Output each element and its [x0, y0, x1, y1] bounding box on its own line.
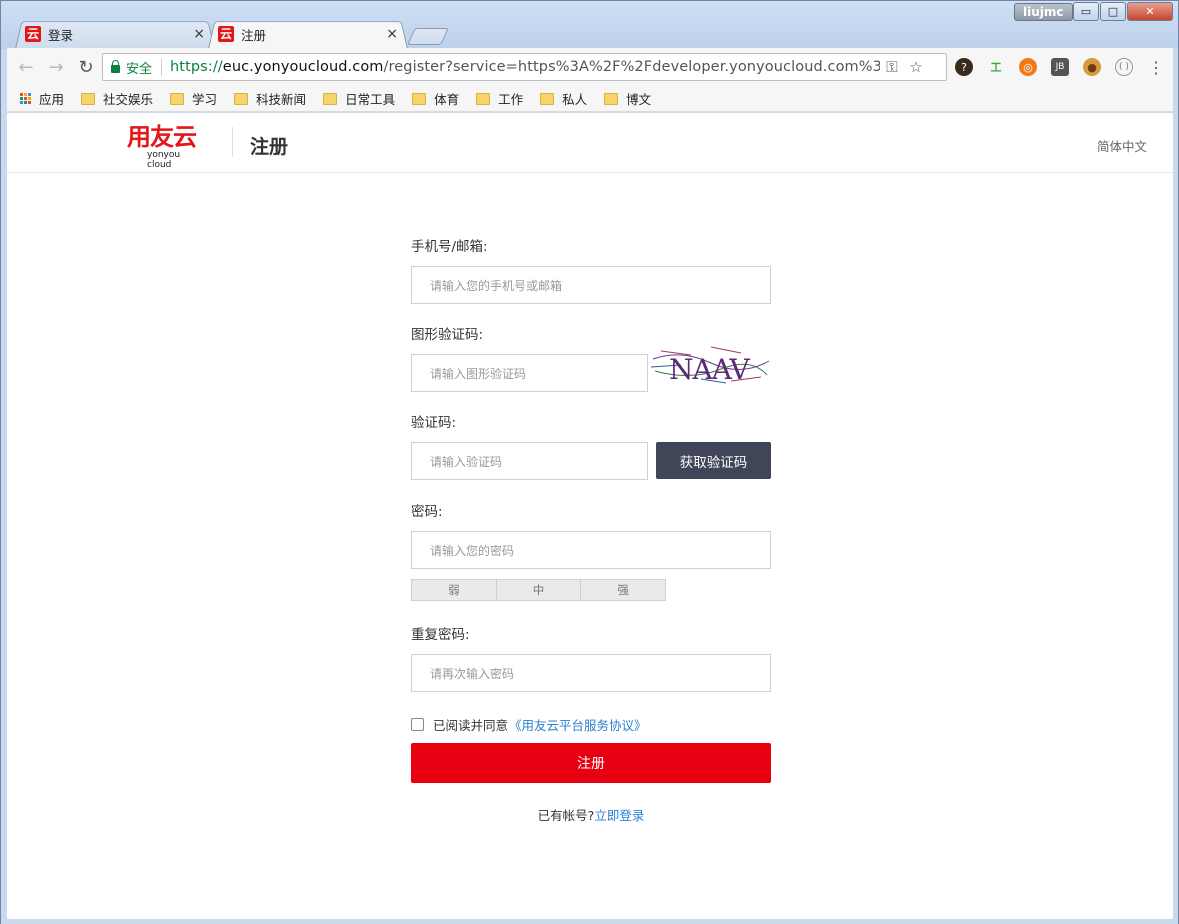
password-label: 密码: — [411, 504, 443, 520]
browser-window: 云 登录 × 云 注册 × liujmc ▭ □ ✕ ← → ↻ 安全 http… — [0, 0, 1179, 924]
strength-weak: 弱 — [412, 580, 497, 600]
site-header: 用友云 yonyou cloud 注册 简体中文 — [7, 113, 1173, 173]
bookmark-apps[interactable]: 应用 — [39, 89, 64, 108]
lock-icon — [111, 60, 120, 73]
get-code-button[interactable]: 获取验证码 — [656, 442, 771, 479]
yonyou-favicon-icon: 云 — [25, 26, 41, 42]
password-input[interactable]: 请输入您的密码 — [411, 531, 771, 569]
extension-cookie-icon[interactable]: ● — [1083, 58, 1101, 76]
phone-email-input[interactable]: 请输入您的手机号或邮箱 — [411, 266, 771, 304]
bookmark-folder[interactable]: 体育 — [412, 89, 459, 108]
agree-text: 已阅读并同意 — [433, 718, 509, 733]
address-bar[interactable]: 安全 https://euc.yonyoucloud.com/register?… — [102, 53, 947, 81]
tab-register[interactable]: 云 注册 × — [208, 19, 408, 49]
window-bottom-border — [1, 919, 1178, 924]
folder-icon — [412, 92, 427, 105]
folder-icon — [604, 92, 619, 105]
tab-title: 注册 — [241, 27, 267, 43]
bookmark-folder[interactable]: 学习 — [170, 89, 217, 108]
repeat-password-input[interactable]: 请再次输入密码 — [411, 654, 771, 692]
have-account-text: 已有帐号? — [537, 808, 595, 823]
reload-button[interactable]: ↻ — [71, 57, 101, 78]
extension-orange-icon[interactable]: ◎ — [1019, 58, 1037, 76]
login-prompt: 已有帐号?立即登录 — [411, 805, 771, 824]
new-tab-button[interactable] — [407, 28, 449, 45]
password-strength-meter: 弱 中 强 — [411, 579, 666, 601]
captcha-text: NAAV — [669, 353, 751, 386]
back-button[interactable]: ← — [11, 57, 41, 78]
folder-icon — [540, 92, 555, 105]
code-label: 验证码: — [411, 415, 457, 431]
profile-badge[interactable]: liujmc — [1014, 3, 1073, 21]
tab-close-icon[interactable]: × — [193, 26, 205, 42]
minimize-button[interactable]: ▭ — [1073, 2, 1099, 21]
key-icon[interactable]: ⚿ — [880, 58, 904, 76]
strength-strong: 强 — [617, 583, 629, 597]
header-divider — [232, 127, 233, 157]
secure-label: 安全 — [126, 61, 153, 77]
tab-title: 登录 — [48, 27, 74, 43]
bookmarks-bar: 应用 社交娱乐 学习 科技新闻 日常工具 体育 工作 私人 博文 — [7, 86, 1173, 112]
language-selector[interactable]: 简体中文 — [1097, 136, 1147, 155]
login-link[interactable]: 立即登录 — [594, 808, 644, 823]
register-button[interactable]: 注册 — [411, 743, 771, 783]
bookmark-star-icon[interactable]: ☆ — [904, 58, 928, 76]
browser-toolbar: ← → ↻ 安全 https://euc.yonyoucloud.com/reg… — [7, 48, 1173, 86]
apps-grid-icon — [20, 93, 31, 104]
title-bar: 云 登录 × 云 注册 × liujmc ▭ □ ✕ — [1, 1, 1178, 49]
tab-close-icon[interactable]: × — [386, 26, 398, 42]
bookmark-folder[interactable]: 工作 — [476, 89, 523, 108]
forward-button[interactable]: → — [41, 57, 71, 78]
tab-login[interactable]: 云 登录 × — [15, 19, 215, 49]
browser-menu-icon[interactable]: ⋮ — [1147, 58, 1165, 77]
folder-icon — [170, 92, 185, 105]
folder-icon — [476, 92, 491, 105]
bookmark-folder[interactable]: 科技新闻 — [234, 89, 306, 108]
phone-label: 手机号/邮箱: — [411, 239, 488, 255]
page-content: 用友云 yonyou cloud 注册 简体中文 手机号/邮箱: 请输入您的手机… — [7, 113, 1173, 919]
bookmark-folder[interactable]: 社交娱乐 — [81, 89, 153, 108]
bookmark-folder[interactable]: 私人 — [540, 89, 587, 108]
captcha-input[interactable]: 请输入图形验证码 — [411, 354, 648, 392]
agreement-row: 已阅读并同意 《用友云平台服务协议》 — [411, 715, 647, 734]
yonyou-favicon-icon: 云 — [218, 26, 234, 42]
folder-icon — [234, 92, 249, 105]
folder-icon — [81, 92, 96, 105]
security-indicator[interactable]: 安全 — [103, 58, 163, 77]
maximize-button[interactable]: □ — [1100, 2, 1126, 21]
agreement-link[interactable]: 《用友云平台服务协议》 — [509, 715, 647, 734]
yonyou-logo[interactable]: 用友云 yonyou cloud — [127, 123, 207, 170]
captcha-image[interactable]: NAAV — [651, 341, 771, 389]
verification-code-input[interactable]: 请输入验证码 — [411, 442, 648, 480]
captcha-label: 图形验证码: — [411, 327, 484, 343]
extension-tool-icon[interactable]: 工 — [987, 58, 1005, 76]
extension-jb-icon[interactable]: JB — [1051, 58, 1069, 76]
repeat-password-label: 重复密码: — [411, 627, 470, 643]
agree-checkbox[interactable] — [411, 718, 424, 731]
close-window-button[interactable]: ✕ — [1127, 2, 1173, 21]
bookmark-folder[interactable]: 博文 — [604, 89, 651, 108]
extension-diamond-icon[interactable]: ? — [955, 58, 973, 76]
extension-circle-icon[interactable]: ( ) — [1115, 58, 1133, 76]
folder-icon — [323, 92, 338, 105]
bookmark-folder[interactable]: 日常工具 — [323, 89, 395, 108]
url-text[interactable]: https://euc.yonyoucloud.com/register?ser… — [162, 59, 880, 75]
strength-medium: 中 — [497, 580, 582, 600]
page-title: 注册 — [250, 136, 289, 158]
